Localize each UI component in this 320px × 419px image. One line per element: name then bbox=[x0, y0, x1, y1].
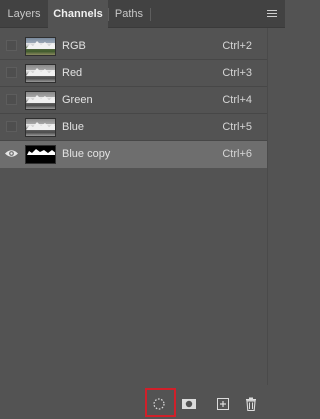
visibility-toggle[interactable] bbox=[6, 67, 17, 78]
channel-row-red[interactable]: Red Ctrl+3 bbox=[0, 60, 267, 87]
tab-divider bbox=[150, 8, 151, 21]
channels-panel: Layers Channels Paths RGB Ctrl+2 Red Ctr… bbox=[0, 0, 285, 419]
visibility-toggle[interactable] bbox=[6, 121, 17, 132]
channel-list: RGB Ctrl+2 Red Ctrl+3 Green Ctrl+4 Blue bbox=[0, 33, 267, 168]
channel-thumbnail bbox=[25, 145, 56, 164]
hamburger-menu-icon[interactable] bbox=[267, 10, 277, 18]
channel-shortcut: Ctrl+5 bbox=[222, 121, 252, 133]
channels-toolbar bbox=[0, 388, 285, 419]
channel-thumbnail bbox=[25, 37, 56, 56]
channel-name: Red bbox=[62, 67, 83, 79]
eye-icon[interactable] bbox=[4, 147, 19, 160]
channel-thumbnail bbox=[25, 64, 56, 83]
channel-shortcut: Ctrl+3 bbox=[222, 67, 252, 79]
channel-name: Blue copy bbox=[62, 148, 111, 160]
channel-shortcut: Ctrl+2 bbox=[222, 40, 252, 52]
tab-paths[interactable]: Paths bbox=[108, 0, 150, 28]
panel-tab-bar: Layers Channels Paths bbox=[0, 0, 285, 29]
new-channel-icon[interactable] bbox=[215, 396, 231, 412]
mask-icon[interactable] bbox=[181, 396, 197, 412]
tab-channels[interactable]: Channels bbox=[48, 0, 108, 29]
channel-thumbnail bbox=[25, 91, 56, 110]
visibility-toggle[interactable] bbox=[6, 40, 17, 51]
tab-layers[interactable]: Layers bbox=[0, 0, 48, 28]
channel-row-blue[interactable]: Blue Ctrl+5 bbox=[0, 114, 267, 141]
channel-row-rgb[interactable]: RGB Ctrl+2 bbox=[0, 33, 267, 60]
channel-thumbnail bbox=[25, 118, 56, 137]
visibility-toggle[interactable] bbox=[6, 94, 17, 105]
channel-row-green[interactable]: Green Ctrl+4 bbox=[0, 87, 267, 114]
channel-name: RGB bbox=[62, 40, 86, 52]
channel-name: Blue bbox=[62, 121, 85, 133]
trash-icon[interactable] bbox=[243, 396, 259, 412]
channel-name: Green bbox=[62, 94, 93, 106]
dotted-circle-selection-icon[interactable] bbox=[151, 396, 167, 412]
channel-shortcut: Ctrl+4 bbox=[222, 94, 252, 106]
channel-row-blue-copy[interactable]: Blue copy Ctrl+6 bbox=[0, 141, 267, 168]
channel-shortcut: Ctrl+6 bbox=[222, 148, 252, 160]
scrollbar[interactable] bbox=[267, 28, 285, 385]
